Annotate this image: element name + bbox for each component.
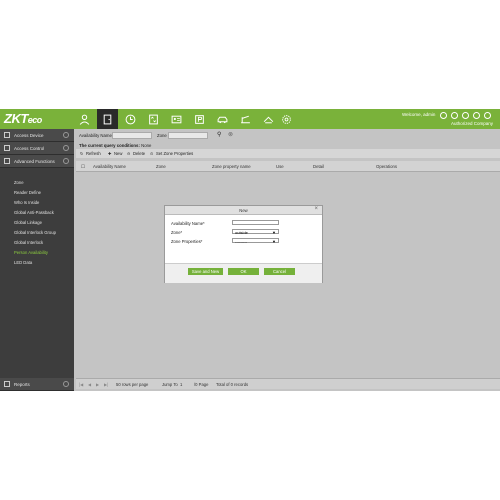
availability-name-field-label: Availability Name* <box>171 221 205 226</box>
zkteco-logo: ZKTeco <box>4 111 42 126</box>
zone-properties-field-label: Zone Properties* <box>171 239 203 244</box>
zone-select[interactable] <box>168 132 208 139</box>
ok-button[interactable]: OK <box>228 268 259 275</box>
section-label: Advanced Functions <box>14 159 55 164</box>
sidebar: Access Device Access Control Advanced Fu… <box>0 129 74 391</box>
refresh-button[interactable]: Refresh <box>86 151 101 156</box>
delete-icon[interactable]: ⊖ <box>127 151 131 156</box>
sidebar-item-global-interlock-group[interactable]: Global Interlock Group <box>14 230 56 235</box>
search-icon[interactable]: ⚲ <box>217 131 221 138</box>
total-records: Total of 0 records <box>216 382 249 387</box>
col-zone-property-name[interactable]: Zone property name <box>212 164 251 169</box>
sidebar-item-global-anti-passback[interactable]: Global Anti-Passback <box>14 210 54 215</box>
nav-access-door-icon[interactable] <box>97 109 118 129</box>
nav-elevator-icon[interactable] <box>143 109 164 129</box>
reports-icon <box>4 381 10 387</box>
zone-properties-value: --------- <box>235 239 247 244</box>
logout-icon[interactable] <box>484 112 491 119</box>
new-icon[interactable]: ✚ <box>108 151 112 156</box>
jump-to-label: Jump To <box>162 382 178 387</box>
sidebar-item-led-data[interactable]: LED Data <box>14 260 32 265</box>
query-conditions: The current query conditions: None <box>79 143 152 148</box>
close-icon[interactable]: × <box>314 206 318 212</box>
refresh-icon[interactable]: ↻ <box>80 151 84 156</box>
new-availability-dialog: New × Availability Name* Zone* outside ▼ … <box>164 205 323 283</box>
expand-icon[interactable] <box>63 381 69 387</box>
prev-page-icon[interactable]: ◀ <box>88 382 91 387</box>
save-and-new-button[interactable]: Save and New <box>188 268 223 275</box>
nav-system-gear-icon[interactable] <box>276 109 297 129</box>
next-page-icon[interactable]: ▶ <box>96 382 99 387</box>
sidebar-item-who-is-inside[interactable]: Who Is Inside <box>14 200 39 205</box>
device-icon <box>4 132 10 138</box>
zone-properties-dropdown[interactable]: --------- ▼ <box>232 238 279 244</box>
delete-button[interactable]: Delete <box>133 151 145 156</box>
sidebar-item-reader-define[interactable]: Reader Define <box>14 190 41 195</box>
sidebar-section-access-control[interactable]: Access Control <box>0 142 74 155</box>
nav-gate-icon[interactable] <box>235 109 256 129</box>
dialog-title-bar: New × <box>165 206 322 215</box>
set-zone-properties-button[interactable]: Set Zone Properties <box>156 151 193 156</box>
page-input[interactable]: 1 <box>180 382 182 387</box>
info-icon[interactable] <box>451 112 458 119</box>
nav-parking-icon[interactable] <box>189 109 210 129</box>
availability-name-input[interactable] <box>112 132 152 139</box>
zone-label: Zone <box>157 133 167 138</box>
pagination-bar: |◀ ◀ ▶ ▶| 50 rows per page Jump To 1 /0 … <box>76 378 500 389</box>
chevron-down-icon: ▼ <box>272 239 276 244</box>
set-zone-icon[interactable]: ⊙ <box>150 151 154 156</box>
table-header: ☐ Availability Name Zone Zone property n… <box>76 161 500 172</box>
col-zone[interactable]: Zone <box>156 164 166 169</box>
sidebar-section-access-device[interactable]: Access Device <box>0 129 74 142</box>
first-page-icon[interactable]: |◀ <box>79 382 83 387</box>
nav-car-icon[interactable] <box>212 109 233 129</box>
nav-time-clock-icon[interactable] <box>120 109 141 129</box>
toolbar: ↻ Refresh ✚ New ⊖ Delete ⊙ Set Zone Prop… <box>76 149 500 158</box>
clear-icon[interactable]: ⊗ <box>228 131 233 138</box>
section-label: Access Control <box>14 146 45 151</box>
sidebar-section-advanced-functions[interactable]: Advanced Functions <box>0 155 74 168</box>
availability-name-field[interactable] <box>232 220 279 225</box>
rows-per-page-select[interactable]: 50 rows per page <box>116 382 148 387</box>
sidebar-item-global-linkage[interactable]: Global Linkage <box>14 220 42 225</box>
col-operations[interactable]: Operations <box>376 164 397 169</box>
sidebar-item-zone[interactable]: Zone <box>14 180 24 185</box>
new-button[interactable]: New <box>114 151 122 156</box>
last-page-icon[interactable]: ▶| <box>104 382 108 387</box>
dialog-title: New <box>239 208 248 213</box>
control-icon <box>4 145 10 151</box>
company-name: Authorized Company <box>451 121 494 126</box>
sidebar-item-person-availability[interactable]: Person Availability <box>14 250 48 255</box>
nav-personnel-icon[interactable] <box>74 109 95 129</box>
welcome-text: Welcome, admin <box>402 112 436 117</box>
availability-name-label: Availability Name <box>79 133 112 138</box>
zone-field-label: Zone* <box>171 230 183 235</box>
zone-dropdown[interactable]: outside ▼ <box>232 229 279 235</box>
col-availability-name[interactable]: Availability Name <box>93 164 126 169</box>
advanced-icon <box>4 158 10 164</box>
user-icon[interactable] <box>462 112 469 119</box>
section-label: Reports <box>14 382 30 387</box>
sidebar-section-reports[interactable]: Reports <box>0 378 74 391</box>
page-count: /0 Page <box>194 382 209 387</box>
expand-icon[interactable] <box>63 145 69 151</box>
zone-dropdown-value: outside <box>235 230 248 235</box>
select-all-checkbox[interactable]: ☐ <box>81 164 85 170</box>
top-bar: ZKTeco Welcome, admin Authorized Company <box>0 109 500 129</box>
col-detail[interactable]: Detail <box>313 164 324 169</box>
sidebar-item-global-interlock[interactable]: Global Interlock <box>14 240 43 245</box>
dialog-button-bar: Save and New OK Cancel <box>165 263 322 283</box>
expand-icon[interactable] <box>63 132 69 138</box>
help-icon[interactable] <box>440 112 447 119</box>
nav-visitor-icon[interactable] <box>166 109 187 129</box>
section-label: Access Device <box>14 133 44 138</box>
chevron-down-icon: ▼ <box>272 230 276 235</box>
col-use[interactable]: Use <box>276 164 284 169</box>
collapse-icon[interactable] <box>63 158 69 164</box>
settings-icon[interactable] <box>473 112 480 119</box>
cancel-button[interactable]: Cancel <box>264 268 295 275</box>
conditions-value: None <box>141 143 152 148</box>
